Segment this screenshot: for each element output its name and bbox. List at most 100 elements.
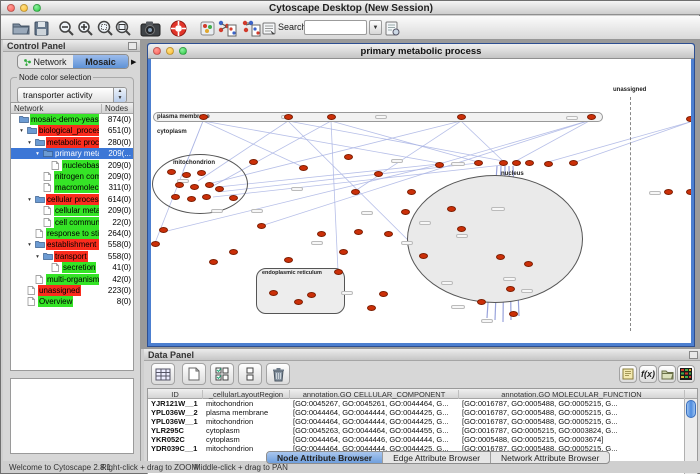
annotation-tool-icon[interactable] [262,18,277,38]
table-cell[interactable]: [GO:0005488, GO:0005215, GO:0003674] [459,435,685,444]
network-node[interactable] [587,114,596,120]
delete-attribute-trash-icon[interactable] [266,363,290,385]
save-session-icon[interactable] [34,18,49,38]
network-node[interactable] [384,231,393,237]
tab-overflow-arrow-icon[interactable]: ▶ [131,58,136,66]
table-cell[interactable]: mitochondrion [203,399,290,408]
table-cell[interactable]: [GO:0016787, GO:0005488, GO:0005215, G..… [459,399,685,408]
table-cell[interactable]: YKR052C [148,435,203,444]
tree-row[interactable]: ▾biological_process651(0) [11,125,133,136]
search-options-dropdown[interactable]: ▼ [369,20,382,35]
network-node[interactable] [407,189,416,195]
network-node[interactable] [512,160,521,166]
import-attributes-icon[interactable] [658,365,676,383]
tab-mosaic[interactable]: Mosaic [73,55,128,68]
attribute-matrix-icon[interactable] [151,363,175,385]
network-node[interactable] [284,257,293,263]
network-node[interactable] [525,160,534,166]
table-row[interactable]: YPL036W__1mitochondrion[GO:0044464, GO:0… [148,417,685,426]
tree-row[interactable]: ▾cellular process614(0) [11,194,133,205]
network-node[interactable] [496,254,505,260]
network-node[interactable] [249,159,258,165]
tab-edge-attribute-browser[interactable]: Edge Attribute Browser [383,452,491,463]
new-network-from-selected-edges-icon[interactable] [241,18,261,38]
table-cell[interactable]: [GO:0044464, GO:0044444, GO:0044425, G..… [290,408,459,417]
tree-row[interactable]: macromolecule311(0) [11,182,133,193]
node-color-dropdown[interactable]: transporter activity ▲▼ [17,87,127,103]
network-node[interactable] [199,114,208,120]
help-lifering-icon[interactable] [170,18,187,38]
network-node[interactable] [182,172,191,178]
tree-row[interactable]: ▾establishment of lo558(0) [11,239,133,250]
table-cell[interactable]: [GO:0016787, GO:0005215, GO:0003824, G..… [459,426,685,435]
network-node[interactable] [229,249,238,255]
network-window-titlebar[interactable]: primary metabolic process [148,44,694,59]
network-node[interactable] [524,261,533,267]
zoom-out-icon[interactable] [58,18,75,38]
tree-row[interactable]: ▾metabolic process280(0) [11,137,133,148]
column-header[interactable]: annotation.GO MOLECULAR_FUNCTION [459,390,685,399]
network-node[interactable] [344,154,353,160]
table-cell[interactable]: [GO:0044464, GO:0044446, GO:0044444, G..… [290,435,459,444]
network-node[interactable] [229,195,238,201]
table-row[interactable]: YPL036W__2plasma membrane[GO:0044464, GO… [148,408,685,417]
float-data-panel-icon[interactable] [689,351,698,359]
network-node[interactable] [209,259,218,265]
expand-arrow-icon[interactable]: ▾ [28,196,31,202]
network-node[interactable] [171,194,180,200]
network-node[interactable] [159,227,168,233]
network-node[interactable] [269,290,278,296]
column-header[interactable]: ID [148,390,203,399]
vizmapper-icon[interactable] [200,18,215,38]
open-session-icon[interactable] [12,18,30,38]
network-node[interactable] [401,209,410,215]
network-node[interactable] [509,311,518,317]
tree-row[interactable]: Overview8(0) [11,296,133,307]
network-node[interactable] [317,231,326,237]
network-node[interactable] [327,114,336,120]
unselect-attributes-icon[interactable] [238,363,262,385]
network-node[interactable] [569,160,578,166]
column-header[interactable]: _cellularLayoutRegion [203,390,290,399]
scrollbar-thumb[interactable] [686,400,696,418]
tree-row[interactable]: ▾primary metabolic209(... [11,148,133,159]
tree-row[interactable]: cell communicat22(0) [11,217,133,228]
network-node[interactable] [379,291,388,297]
tab-network-attribute-browser[interactable]: Network Attribute Browser [491,452,609,463]
network-node[interactable] [435,162,444,168]
table-cell[interactable]: [GO:0016787, GO:0005488, GO:0005215, G..… [459,417,685,426]
tree-row[interactable]: mosaic-demo-yeast874(0) [11,114,133,125]
network-node[interactable] [202,194,211,200]
expand-arrow-icon[interactable]: ▾ [28,242,31,248]
network-node[interactable] [351,189,360,195]
search-input[interactable] [304,20,367,35]
network-node[interactable] [686,116,691,122]
network-node[interactable] [284,114,293,120]
network-node[interactable] [499,160,508,166]
table-cell[interactable]: YPL036W__2 [148,408,203,417]
network-node[interactable] [175,182,184,188]
network-node[interactable] [197,170,206,176]
table-cell[interactable]: [GO:0044464, GO:0044444, GO:0044425, G..… [290,417,459,426]
formula-builder-icon[interactable]: f(x) [639,365,657,383]
tree-row[interactable]: cellular metabol209(0) [11,205,133,216]
network-node[interactable] [205,182,214,188]
table-cell[interactable]: [GO:0045267, GO:0045261, GO:0044464, G..… [290,399,459,408]
birds-eye-view[interactable] [10,378,134,454]
network-node[interactable] [506,286,515,292]
table-cell[interactable]: YPL036W__1 [148,417,203,426]
column-header[interactable]: annotation.GO CELLULAR_COMPONENT [290,390,459,399]
network-node[interactable] [294,299,303,305]
tree-row[interactable]: multi-organism pro42(0) [11,274,133,285]
tab-network[interactable]: Network [18,55,73,68]
network-node[interactable] [457,226,466,232]
table-row[interactable]: YJR121W__1mitochondrion[GO:0045267, GO:0… [148,399,685,408]
network-node[interactable] [190,184,199,190]
tab-node-attribute-browser[interactable]: Node Attribute Browser [267,452,383,463]
network-node[interactable] [419,253,428,259]
tree-header-nodes[interactable]: Nodes [101,104,128,114]
attribute-notes-icon[interactable] [619,365,637,383]
tree-row[interactable]: secretion41(0) [11,262,133,273]
search-config-icon[interactable] [385,18,400,38]
tree-row[interactable]: ▾transport558(0) [11,251,133,262]
